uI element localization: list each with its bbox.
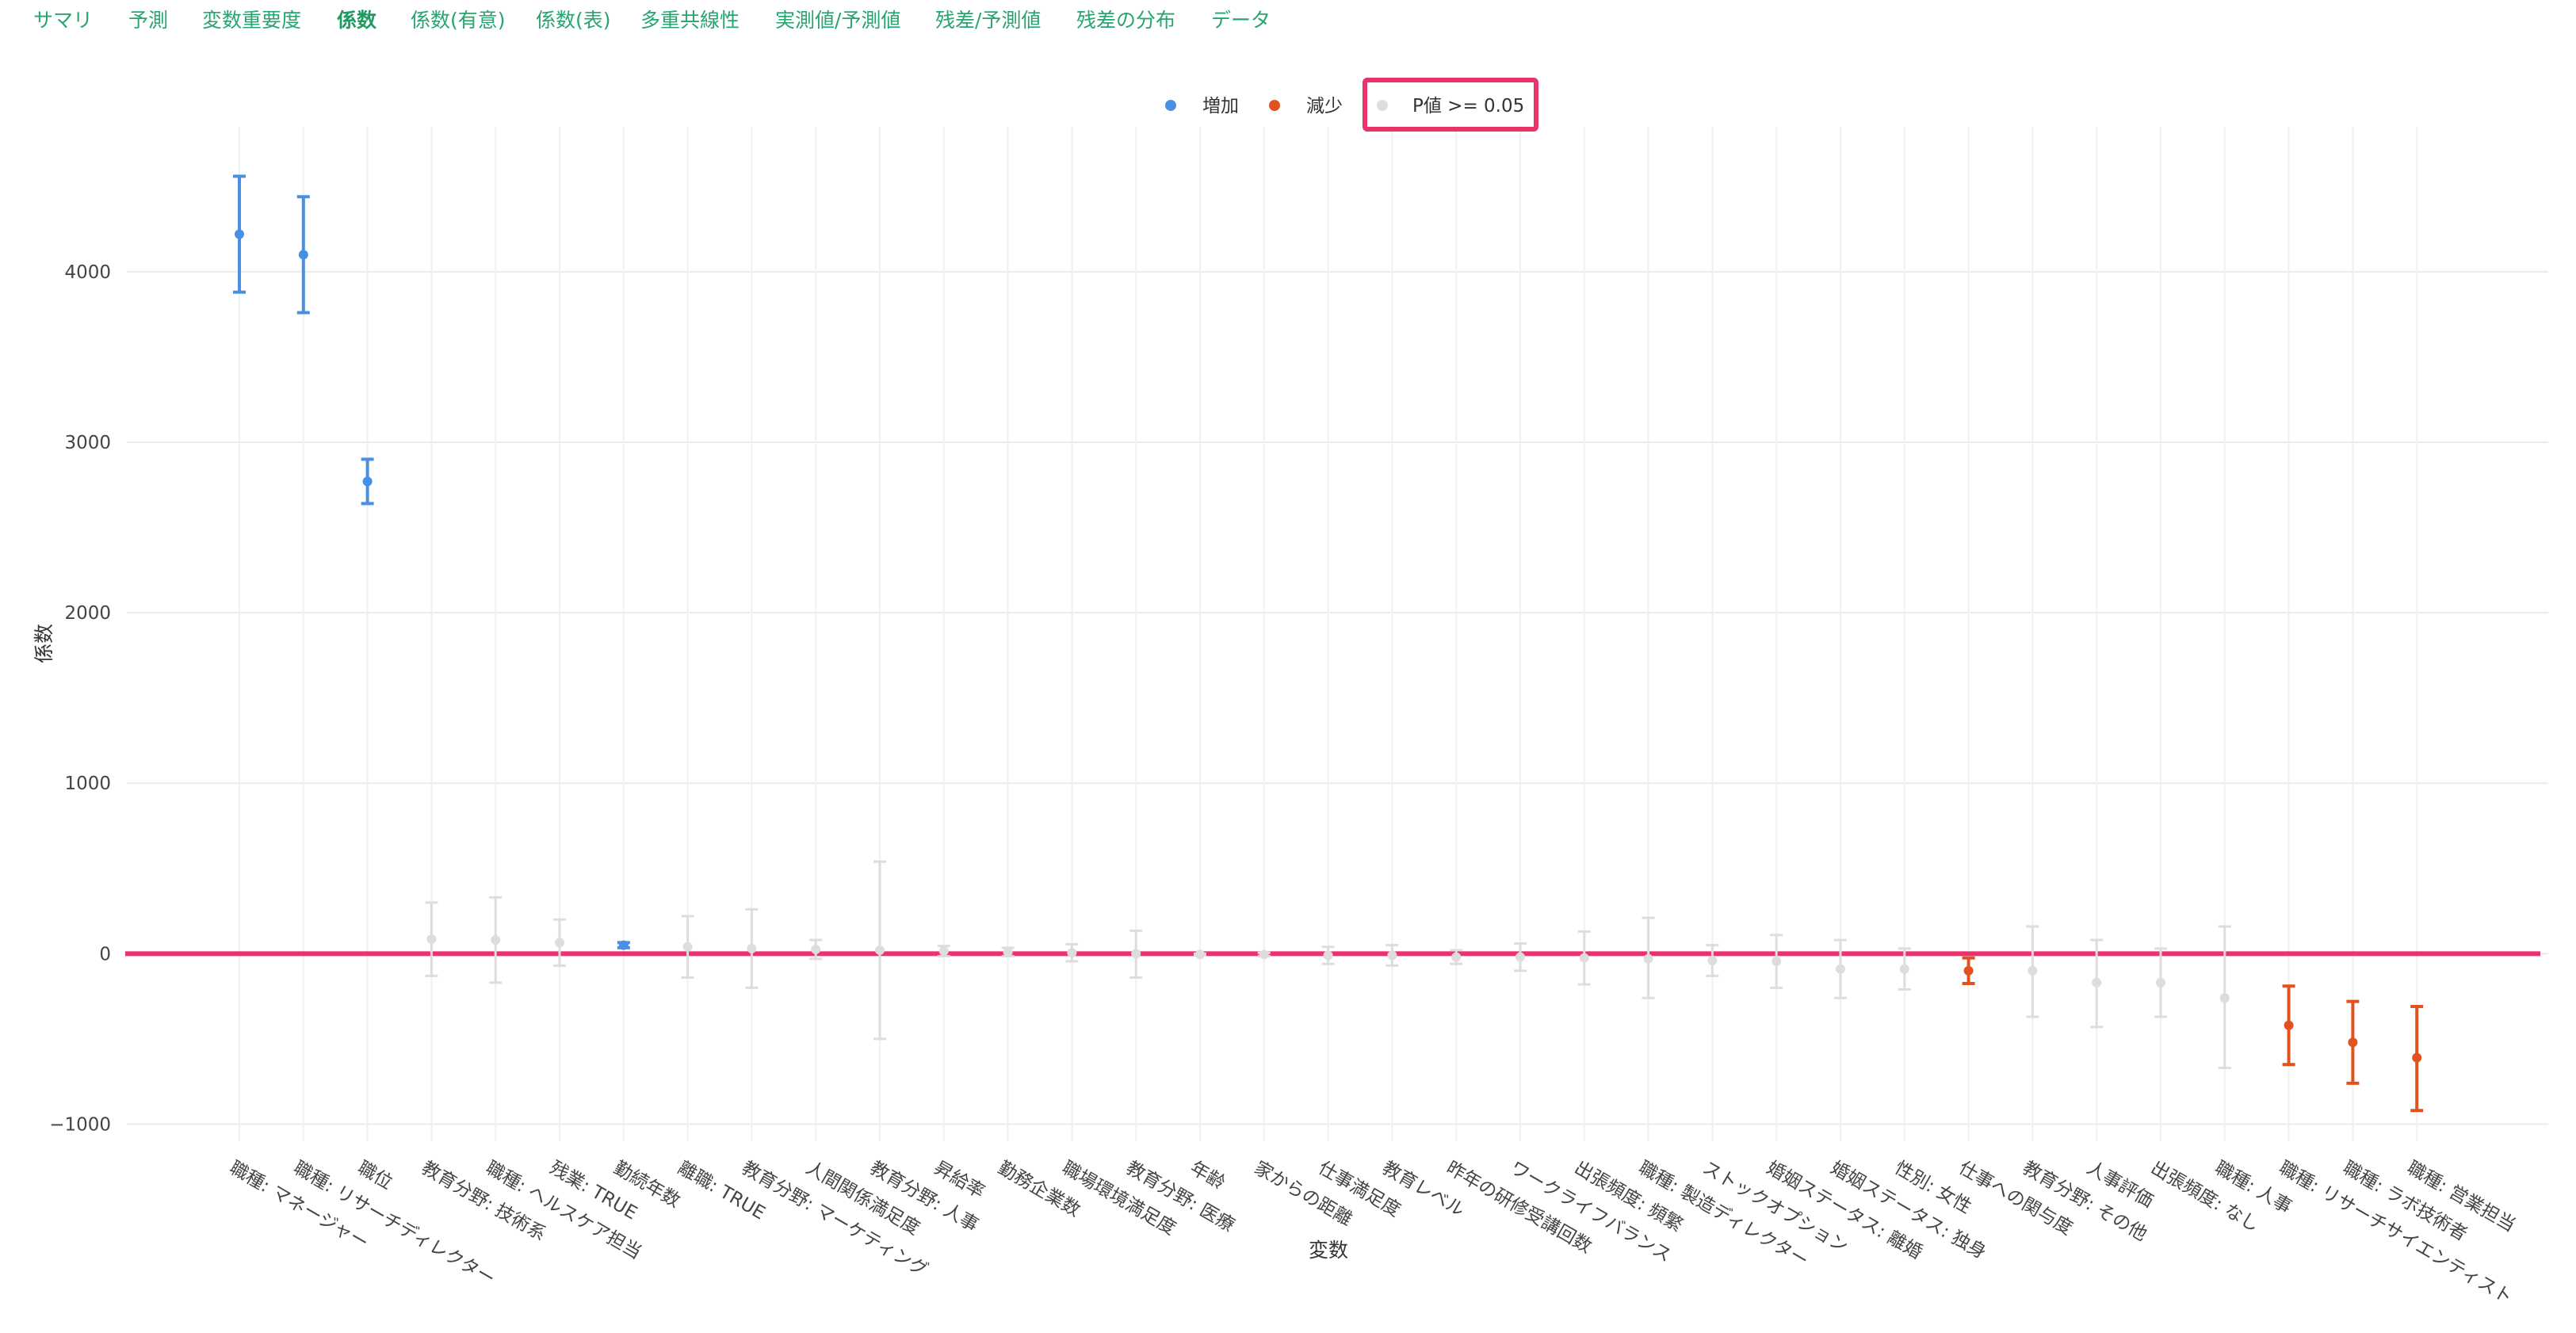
coef-mark-23 xyxy=(1706,944,1719,977)
coef-point xyxy=(618,940,629,950)
coef-mark-18 xyxy=(1385,944,1399,967)
coef-mark-14 xyxy=(1129,929,1143,979)
coef-mark-27 xyxy=(1962,956,1975,986)
coef-mark-0 xyxy=(233,174,246,294)
coef-point xyxy=(1707,955,1718,965)
x-tick-label: 年齢 xyxy=(1187,1158,1229,1194)
coef-point xyxy=(1387,950,1397,961)
x-tick-label: 教育分野: 人事 xyxy=(866,1158,982,1236)
legend-item-insignificant[interactable]: P値 >= 0.05 xyxy=(1363,78,1538,132)
coef-point xyxy=(555,938,564,948)
coef-mark-20 xyxy=(1514,942,1527,972)
coef-mark-1 xyxy=(296,195,310,315)
coef-mark-30 xyxy=(2154,947,2167,1018)
coef-mark-24 xyxy=(1770,934,1783,989)
coef-mark-31 xyxy=(2218,925,2231,1069)
coef-point xyxy=(1131,949,1141,959)
coef-mark-2 xyxy=(361,457,374,506)
x-axis-title: 変数 xyxy=(1309,1239,1348,1262)
y-tick-label: −1000 xyxy=(49,1114,111,1135)
legend-label: 増加 xyxy=(1202,96,1239,116)
coef-point xyxy=(1515,952,1525,962)
coef-point xyxy=(1899,964,1909,974)
y-tick-label: 3000 xyxy=(64,433,111,453)
coefficient-chart: −1000 0 1000 2000 3000 4000 職種: マネージャー職種: リサー… xyxy=(32,78,2548,1308)
coef-point xyxy=(2028,965,2038,976)
coef-mark-16 xyxy=(1257,949,1271,960)
coef-point xyxy=(1195,949,1205,960)
coef-point xyxy=(1259,949,1269,960)
x-tick-label: 出張頻度: なし xyxy=(2147,1158,2263,1236)
y-tick-label: 2000 xyxy=(64,603,111,624)
coef-mark-25 xyxy=(1834,938,1847,999)
coef-point xyxy=(491,935,501,945)
coef-mark-4 xyxy=(489,896,503,984)
coef-point xyxy=(1003,947,1013,957)
y-tick-label: 1000 xyxy=(64,773,111,794)
coef-point xyxy=(2412,1052,2422,1063)
coef-point xyxy=(298,250,308,260)
coef-mark-6 xyxy=(617,940,630,950)
coef-point xyxy=(2348,1037,2358,1048)
coef-mark-22 xyxy=(1642,916,1655,999)
y-axis-title: 係数 xyxy=(32,624,55,663)
coef-point xyxy=(747,943,757,953)
legend-swatch xyxy=(1269,100,1280,111)
coef-point xyxy=(682,942,693,952)
coef-point xyxy=(1067,948,1077,958)
grid xyxy=(127,127,2548,1141)
coef-point xyxy=(811,944,821,954)
coef-point xyxy=(1771,957,1782,967)
coef-point xyxy=(2219,993,2230,1003)
coef-point xyxy=(1963,965,1974,976)
coef-mark-28 xyxy=(2026,925,2039,1018)
legend: 増加 減少 P値 >= 0.05 xyxy=(1165,78,1538,132)
coef-point xyxy=(362,476,373,487)
legend-label: P値 >= 0.05 xyxy=(1412,96,1524,116)
legend-item-increase[interactable]: 増加 xyxy=(1165,96,1239,116)
y-axis-ticks: −1000 0 1000 2000 3000 4000 xyxy=(49,262,111,1136)
coef-point xyxy=(426,934,437,945)
y-tick-label: 0 xyxy=(99,944,111,964)
y-tick-label: 4000 xyxy=(64,262,111,283)
legend-item-decrease[interactable]: 減少 xyxy=(1269,96,1343,116)
legend-swatch xyxy=(1165,100,1176,111)
coef-point xyxy=(1323,950,1333,961)
coef-point xyxy=(1643,953,1653,964)
coef-mark-3 xyxy=(425,901,438,977)
coef-mark-34 xyxy=(2410,1005,2424,1113)
x-axis-ticks: 職種: マネージャー職種: リサーチディレクター職位 教育分野: 技術系職種: ヘ… xyxy=(226,1158,2519,1308)
legend-swatch xyxy=(1377,100,1388,111)
coef-point xyxy=(938,946,949,957)
coef-mark-7 xyxy=(681,915,694,979)
coef-point xyxy=(2156,977,2165,987)
coef-mark-21 xyxy=(1577,930,1591,986)
x-tick-label: 職種: リサーチサイエンティスト xyxy=(2276,1158,2517,1308)
coef-point xyxy=(2284,1020,2294,1030)
coef-point xyxy=(1579,953,1589,963)
x-tick-label: 教育分野: 医療 xyxy=(1122,1158,1238,1236)
x-tick-label: 職位 xyxy=(354,1158,396,1194)
coef-mark-32 xyxy=(2282,984,2295,1067)
coef-mark-12 xyxy=(1001,946,1015,958)
coef-mark-33 xyxy=(2346,999,2360,1085)
coef-mark-15 xyxy=(1194,949,1206,960)
coef-mark-8 xyxy=(745,907,759,989)
coef-point xyxy=(2092,977,2102,987)
coef-mark-13 xyxy=(1065,943,1079,963)
coef-mark-17 xyxy=(1321,945,1335,965)
coef-point xyxy=(235,229,244,239)
coef-point xyxy=(1451,952,1462,962)
coef-mark-5 xyxy=(553,918,566,967)
coef-mark-10 xyxy=(873,860,886,1041)
legend-label: 減少 xyxy=(1306,96,1343,116)
coef-point xyxy=(875,945,885,956)
coef-point xyxy=(1836,964,1845,974)
